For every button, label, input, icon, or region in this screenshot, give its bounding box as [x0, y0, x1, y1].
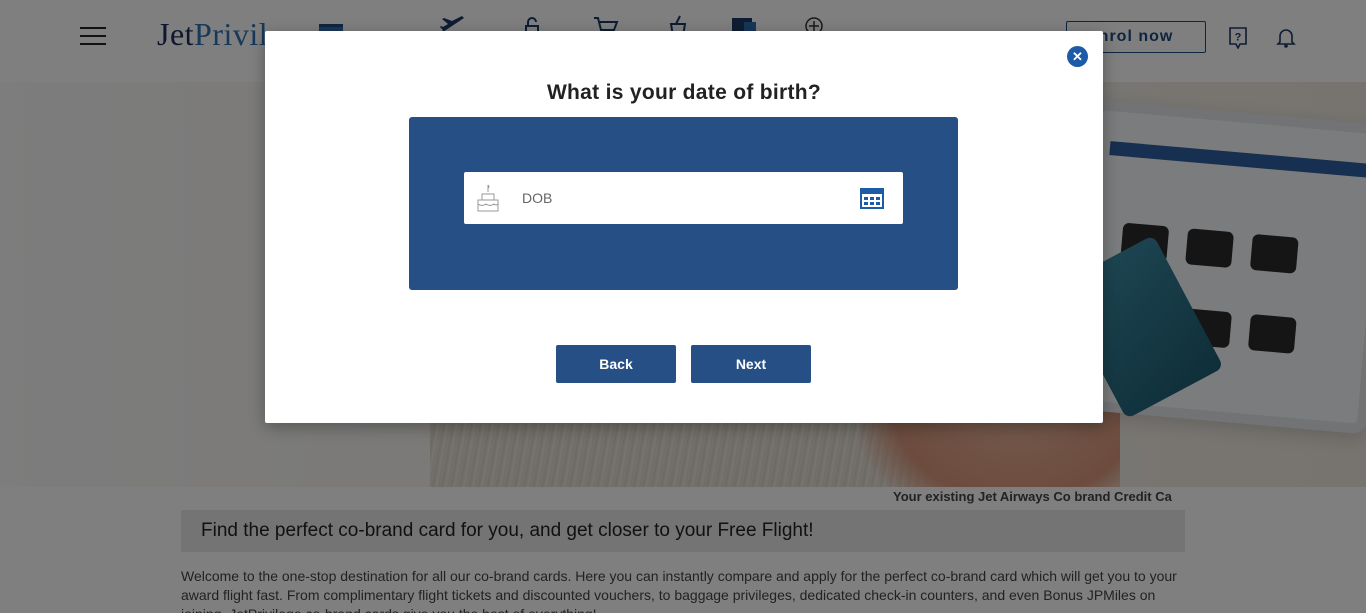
dob-modal: ✕ What is your date of birth? DOB Back N… [265, 31, 1103, 423]
dob-panel [409, 117, 958, 290]
next-button[interactable]: Next [691, 345, 811, 383]
dob-field[interactable] [464, 172, 903, 224]
dob-input[interactable] [522, 184, 842, 212]
calendar-icon[interactable] [860, 188, 884, 209]
modal-title: What is your date of birth? [546, 81, 822, 104]
back-button[interactable]: Back [556, 345, 676, 383]
close-icon[interactable]: ✕ [1067, 46, 1088, 67]
birthday-cake-icon [477, 184, 499, 212]
